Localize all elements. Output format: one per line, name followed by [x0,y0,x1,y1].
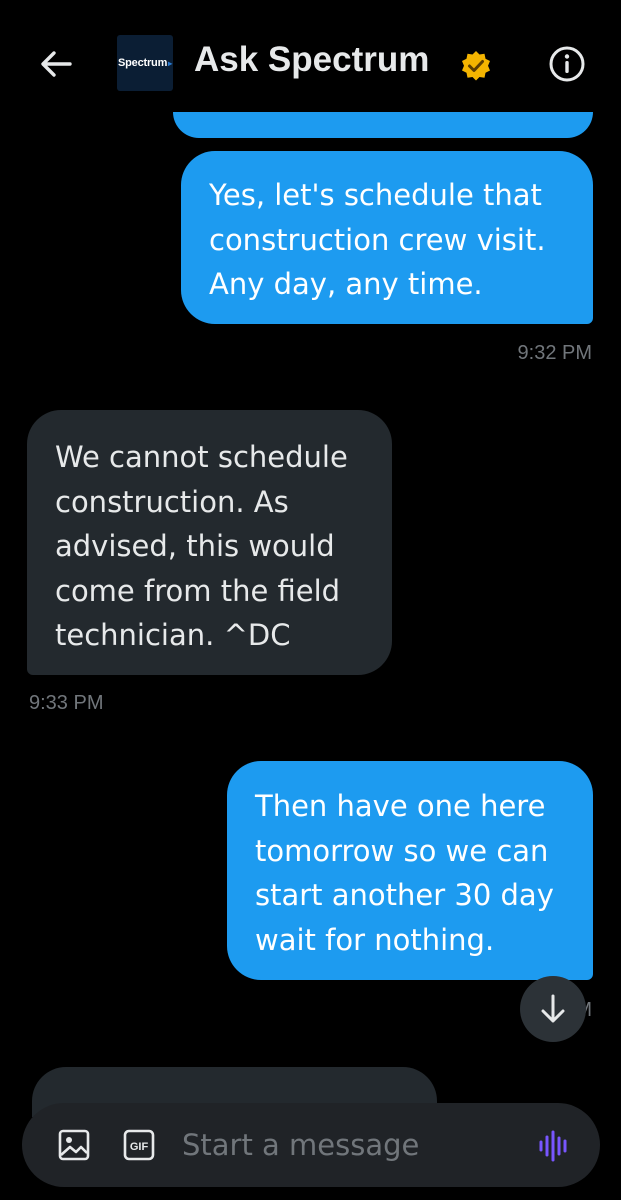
avatar[interactable]: Spectrum ▸ [117,35,173,91]
message-bubble-incoming[interactable]: We cannot schedule construction. As advi… [27,410,392,675]
message-timestamp: 9:32 PM [517,342,592,364]
conversation-header: Spectrum ▸ Ask Spectrum [0,0,621,112]
message-bubble-outgoing[interactable]: Yes, let's schedule that construction cr… [181,151,593,324]
message-bubble-outgoing[interactable]: Then have one here tomorrow so we can st… [227,761,593,980]
message-timestamp: 9:33 PM [29,692,104,714]
image-icon[interactable] [57,1128,91,1162]
svg-text:GIF: GIF [130,1141,149,1153]
message-input[interactable] [182,1121,522,1169]
gif-icon[interactable]: GIF [123,1129,155,1161]
back-arrow-icon[interactable] [36,44,76,84]
verified-badge-icon [459,49,493,83]
message-composer: GIF [22,1103,600,1187]
info-icon[interactable] [547,44,587,84]
scroll-to-bottom-button[interactable] [520,976,586,1042]
conversation-title[interactable]: Ask Spectrum [194,40,429,80]
logo-arrow-icon: ▸ [168,58,172,68]
voice-message-icon[interactable] [536,1129,574,1163]
arrow-down-icon [541,994,565,1023]
avatar-logo-text: Spectrum [118,57,168,69]
